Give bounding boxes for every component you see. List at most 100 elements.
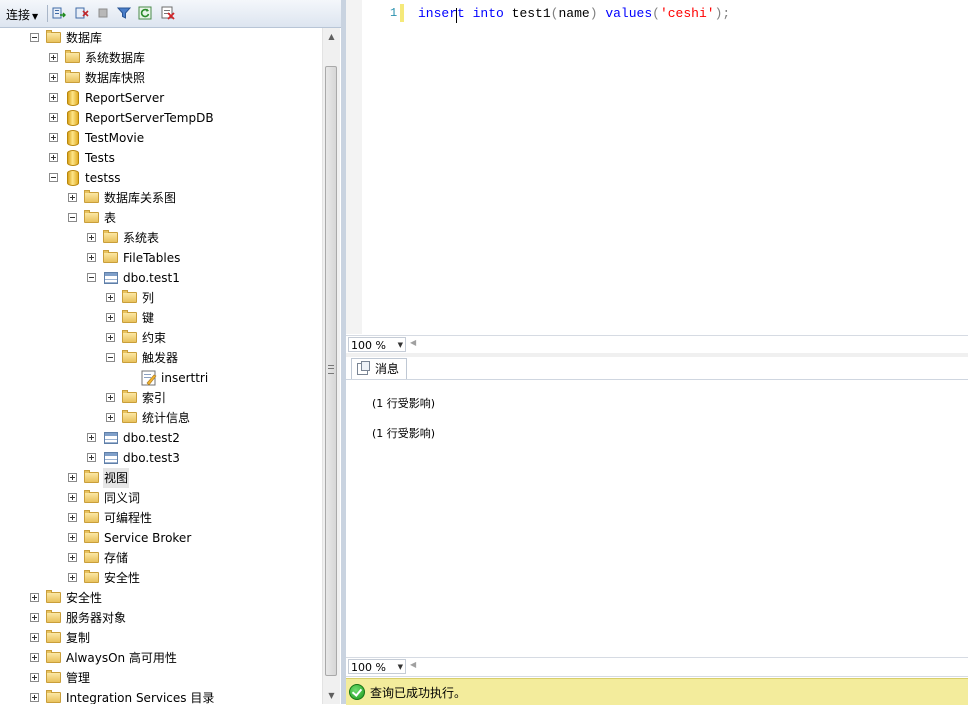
scroll-down-arrow-icon[interactable]: ▼ xyxy=(323,687,340,704)
tree-node-database[interactable]: TestMovie xyxy=(49,128,320,148)
collapse-icon[interactable] xyxy=(106,353,115,362)
expand-icon[interactable] xyxy=(30,673,39,682)
collapse-icon[interactable] xyxy=(161,6,175,20)
tree-node-folder[interactable]: Integration Services 目录 xyxy=(30,688,320,704)
expand-icon[interactable] xyxy=(49,113,58,122)
tree-node-folder[interactable]: 键 xyxy=(106,308,320,328)
collapse-icon[interactable] xyxy=(68,213,77,222)
expand-icon[interactable] xyxy=(30,653,39,662)
tree-node-folder[interactable]: 视图 xyxy=(68,468,320,488)
sql-editor[interactable]: 1 insert into test1(name) values('ceshi'… xyxy=(346,0,968,334)
expand-icon[interactable] xyxy=(87,453,96,462)
results-zoom-select[interactable]: 100 % ▼ xyxy=(348,659,406,674)
collapse-icon[interactable] xyxy=(30,33,39,42)
expand-icon[interactable] xyxy=(30,613,39,622)
tree-node-folder[interactable]: 管理 xyxy=(30,668,320,688)
expand-icon[interactable] xyxy=(87,253,96,262)
collapse-icon[interactable] xyxy=(49,173,58,182)
expand-icon[interactable] xyxy=(30,693,39,702)
expand-icon[interactable] xyxy=(49,73,58,82)
tree-node-table[interactable]: dbo.test3 xyxy=(87,448,320,468)
tree-node-folder[interactable]: 系统表 xyxy=(87,228,320,248)
expand-icon[interactable] xyxy=(49,93,58,102)
tree-node-folder[interactable]: AlwaysOn 高可用性 xyxy=(30,648,320,668)
tree-node-folder[interactable]: 系统数据库 xyxy=(49,48,320,68)
tree-node-folder[interactable]: 统计信息 xyxy=(106,408,320,428)
filter-icon[interactable] xyxy=(117,6,131,20)
expand-icon[interactable] xyxy=(87,233,96,242)
connect-dropdown[interactable]: 连接 ▼ xyxy=(6,6,38,23)
scroll-left-arrow-icon[interactable]: ◀ xyxy=(410,338,416,347)
tree-node-trigger[interactable]: inserttri xyxy=(125,368,320,388)
folder-icon xyxy=(84,530,99,543)
collapse-icon[interactable] xyxy=(87,273,96,282)
tree-node-folder[interactable]: 安全性 xyxy=(30,588,320,608)
tree-node-label: 可编程性 xyxy=(104,511,153,525)
tab-messages[interactable]: 消息 xyxy=(351,358,407,379)
editor-zoom-select[interactable]: 100 % ▼ xyxy=(348,337,406,352)
database-icon xyxy=(67,110,79,126)
expand-icon[interactable] xyxy=(68,573,77,582)
expand-icon[interactable] xyxy=(106,413,115,422)
object-explorer-tree: 数据库 系统数据库 数据库快照 ReportServer ReportServerTem… xyxy=(0,28,322,704)
editor-margin xyxy=(346,0,362,334)
tree-node-folder[interactable]: 数据库 xyxy=(30,28,320,48)
expand-icon[interactable] xyxy=(106,393,115,402)
disconnect-icon[interactable] xyxy=(75,6,89,20)
editor-zoom-bar: 100 % ▼ ◀ xyxy=(346,335,968,355)
refresh-icon[interactable] xyxy=(138,6,152,20)
tree-node-label: 管理 xyxy=(66,671,91,685)
tree-node-folder[interactable]: 服务器对象 xyxy=(30,608,320,628)
expand-icon[interactable] xyxy=(68,473,77,482)
scroll-left-arrow-icon[interactable]: ◀ xyxy=(410,660,416,669)
tree-node-table[interactable]: dbo.test1 xyxy=(87,268,320,288)
tree-node-folder[interactable]: 同义词 xyxy=(68,488,320,508)
scroll-thumb[interactable] xyxy=(325,66,337,676)
expand-icon[interactable] xyxy=(30,633,39,642)
database-icon xyxy=(67,130,79,146)
tree-node-folder[interactable]: 数据库关系图 xyxy=(68,188,320,208)
tree-node-database[interactable]: ReportServer xyxy=(49,88,320,108)
expand-icon[interactable] xyxy=(87,433,96,442)
database-cylinder xyxy=(67,110,79,126)
tree-node-table[interactable]: dbo.test2 xyxy=(87,428,320,448)
connect-object-explorer-icon[interactable] xyxy=(52,6,66,20)
expand-icon[interactable] xyxy=(30,593,39,602)
expand-icon[interactable] xyxy=(106,293,115,302)
tree-node-folder[interactable]: 索引 xyxy=(106,388,320,408)
tree-node-folder[interactable]: 表 xyxy=(68,208,320,228)
tree-node-database[interactable]: testss xyxy=(49,168,320,188)
expand-icon[interactable] xyxy=(106,333,115,342)
expand-icon[interactable] xyxy=(49,53,58,62)
tree-node-folder[interactable]: FileTables xyxy=(87,248,320,268)
tree-node-folder[interactable]: 可编程性 xyxy=(68,508,320,528)
expand-icon[interactable] xyxy=(68,553,77,562)
folder-icon xyxy=(103,230,118,243)
scroll-up-arrow-icon[interactable]: ▲ xyxy=(323,28,340,45)
tree-node-database[interactable]: ReportServerTempDB xyxy=(49,108,320,128)
expand-icon[interactable] xyxy=(68,193,77,202)
sql-code-line[interactable]: insert into test1(name) values('ceshi'); xyxy=(418,6,730,21)
tree-node-database[interactable]: Tests xyxy=(49,148,320,168)
expand-icon[interactable] xyxy=(68,513,77,522)
tree-node-label: FileTables xyxy=(123,251,181,265)
tree-node-folder[interactable]: Service Broker xyxy=(68,528,320,548)
tree-node-folder[interactable]: 安全性 xyxy=(68,568,320,588)
tree-vertical-scrollbar[interactable]: ▲ ▼ xyxy=(322,28,340,704)
tree-node-folder[interactable]: 复制 xyxy=(30,628,320,648)
expand-icon[interactable] xyxy=(49,133,58,142)
tree-node-label: ReportServerTempDB xyxy=(85,111,214,125)
tree-node-folder[interactable]: 约束 xyxy=(106,328,320,348)
expand-icon[interactable] xyxy=(68,533,77,542)
tree-node-folder[interactable]: 触发器 xyxy=(106,348,320,368)
stop-icon[interactable] xyxy=(96,6,110,20)
tree-node-folder[interactable]: 数据库快照 xyxy=(49,68,320,88)
tree-node-folder[interactable]: 列 xyxy=(106,288,320,308)
folder-icon xyxy=(122,330,137,343)
keyword-insert-text: insert xyxy=(418,6,465,21)
expand-icon[interactable] xyxy=(49,153,58,162)
expand-icon[interactable] xyxy=(106,313,115,322)
expand-icon[interactable] xyxy=(68,493,77,502)
tree-node-label: 统计信息 xyxy=(142,411,191,425)
tree-node-folder[interactable]: 存储 xyxy=(68,548,320,568)
